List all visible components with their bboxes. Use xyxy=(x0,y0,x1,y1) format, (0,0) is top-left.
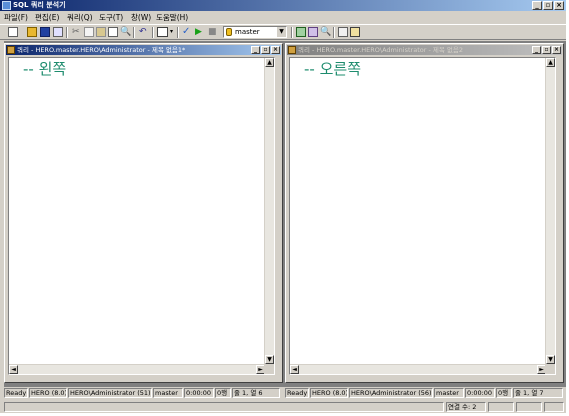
status-pane xyxy=(488,402,514,412)
stop-icon[interactable]: ■ xyxy=(208,27,218,37)
cut-icon[interactable]: ✂ xyxy=(72,27,82,37)
save-icon[interactable] xyxy=(40,27,50,37)
status-pane xyxy=(516,402,542,412)
menu-bar: 파일(F) 편집(E) 쿼리(Q) 도구(T) 창(W) 도움말(H) xyxy=(0,11,566,24)
app-title-bar[interactable]: SQL 쿼리 분석기 _ ▫ × xyxy=(0,0,566,11)
status-elapsed-time: 0:00:00 xyxy=(465,388,495,398)
query-analyzer-window: SQL 쿼리 분석기 _ ▫ × 파일(F) 편집(E) 쿼리(Q) 도구(T)… xyxy=(0,0,566,413)
query-text[interactable]: -- 왼쪽 xyxy=(23,60,66,78)
new-query-icon[interactable] xyxy=(8,27,18,37)
scroll-down-icon[interactable]: ▼ xyxy=(265,355,274,364)
status-elapsed-time: 0:00:00 xyxy=(184,388,214,398)
menu-help[interactable]: 도움말(H) xyxy=(156,12,188,23)
status-ready: Ready xyxy=(4,388,28,398)
toolbar-separator xyxy=(133,27,135,38)
close-button[interactable]: × xyxy=(552,46,561,54)
toolbar-separator xyxy=(177,27,179,38)
close-button[interactable]: × xyxy=(554,1,564,10)
mdi-client-area: 쿼리 - HERO.master.HERO\Administrator - 제목… xyxy=(4,41,566,387)
status-cursor-position: 줄 1, 열 7 xyxy=(513,388,563,398)
database-select[interactable]: master ▼ xyxy=(223,26,287,38)
scroll-left-icon[interactable]: ◄ xyxy=(290,365,299,374)
status-server: HERO (8.0) xyxy=(29,388,67,398)
status-message xyxy=(4,402,444,412)
query-window-left-title: 쿼리 - HERO.master.HERO\Administrator - 제목… xyxy=(17,46,186,54)
menu-tools[interactable]: 도구(T) xyxy=(99,12,123,23)
horizontal-scrollbar[interactable]: ◄ ► xyxy=(9,364,265,374)
minimize-button[interactable]: _ xyxy=(532,1,542,10)
horizontal-scrollbar[interactable]: ◄ ► xyxy=(290,364,546,374)
object-search-icon[interactable] xyxy=(308,27,318,37)
query-window-right-title-bar[interactable]: 쿼리 - HERO.master.HERO\Administrator - 제목… xyxy=(287,45,562,55)
paste-icon[interactable] xyxy=(96,27,106,37)
main-toolbar: ✂ 🔍 ↶ ▾ ✓ ▶ ■ master ▼ 🔍 xyxy=(0,24,566,40)
scroll-up-icon[interactable]: ▲ xyxy=(546,58,555,67)
query-window-icon xyxy=(7,46,15,54)
app-title: SQL 쿼리 분석기 xyxy=(13,1,66,9)
execute-icon[interactable]: ▶ xyxy=(195,27,205,37)
scroll-up-icon[interactable]: ▲ xyxy=(265,58,274,67)
status-ready: Ready xyxy=(285,388,309,398)
menu-file[interactable]: 파일(F) xyxy=(4,12,28,23)
query-window-left[interactable]: 쿼리 - HERO.master.HERO\Administrator - 제목… xyxy=(4,43,283,383)
maximize-button[interactable]: ▫ xyxy=(261,46,270,54)
status-user: HERO\Administrator (51) xyxy=(68,388,152,398)
status-pane xyxy=(544,402,564,412)
app-status-bar: 연결 수: 2 xyxy=(0,400,566,413)
parse-icon[interactable]: ✓ xyxy=(182,27,192,37)
clear-icon[interactable] xyxy=(108,27,118,37)
open-icon[interactable] xyxy=(27,27,37,37)
copy-icon[interactable] xyxy=(84,27,94,37)
app-icon xyxy=(2,1,11,10)
editor-gutter xyxy=(9,58,19,364)
toolbar-separator xyxy=(333,27,335,38)
toolbar-separator xyxy=(291,27,293,38)
insert-template-icon[interactable] xyxy=(53,27,63,37)
status-user: HERO\Administrator (56) xyxy=(349,388,433,398)
query-editor-left[interactable]: -- 왼쪽 ▲ ▼ ◄ ► xyxy=(8,57,275,375)
scrollbar-corner xyxy=(545,364,555,374)
vertical-scrollbar[interactable]: ▲ ▼ xyxy=(264,58,274,364)
database-select-value: master xyxy=(235,28,260,36)
status-database: master xyxy=(153,388,183,398)
database-icon xyxy=(226,28,232,36)
maximize-button[interactable]: ▫ xyxy=(542,46,551,54)
results-pane-icon[interactable] xyxy=(350,27,360,37)
chevron-down-icon[interactable]: ▼ xyxy=(276,27,286,37)
status-row-count: 0행 xyxy=(215,388,231,398)
status-cursor-position: 줄 1, 열 6 xyxy=(232,388,280,398)
query-text[interactable]: -- 오른쪽 xyxy=(304,60,361,78)
status-row-count: 0행 xyxy=(496,388,512,398)
minimize-button[interactable]: _ xyxy=(251,46,260,54)
show-plan-icon[interactable]: 🔍 xyxy=(320,27,331,37)
menu-query[interactable]: 쿼리(Q) xyxy=(67,12,93,23)
query-editor-right[interactable]: -- 오른쪽 ▲ ▼ ◄ ► xyxy=(289,57,556,375)
editor-gutter xyxy=(290,58,300,364)
undo-icon[interactable]: ↶ xyxy=(139,27,149,37)
close-button[interactable]: × xyxy=(271,46,280,54)
results-mode-icon[interactable] xyxy=(157,27,168,37)
toolbar-separator xyxy=(66,27,68,38)
menu-edit[interactable]: 편집(E) xyxy=(35,12,59,23)
query-window-right[interactable]: 쿼리 - HERO.master.HERO\Administrator - 제목… xyxy=(285,43,564,383)
toolbar-separator xyxy=(152,27,154,38)
minimize-button[interactable]: _ xyxy=(532,46,541,54)
query-window-left-status xyxy=(5,376,284,384)
query-window-right-title: 쿼리 - HERO.master.HERO\Administrator - 제목… xyxy=(298,46,463,54)
scroll-left-icon[interactable]: ◄ xyxy=(9,365,18,374)
menu-window[interactable]: 창(W) xyxy=(131,12,151,23)
scroll-down-icon[interactable]: ▼ xyxy=(546,355,555,364)
query-window-icon xyxy=(288,46,296,54)
query-status-bar: Ready HERO (8.0) HERO\Administrator (51)… xyxy=(0,387,566,399)
restore-button[interactable]: ▫ xyxy=(543,1,553,10)
object-browser-icon[interactable] xyxy=(296,27,306,37)
status-server: HERO (8.0) xyxy=(310,388,348,398)
properties-icon[interactable] xyxy=(338,27,348,37)
query-window-left-title-bar[interactable]: 쿼리 - HERO.master.HERO\Administrator - 제목… xyxy=(6,45,281,55)
find-icon[interactable]: 🔍 xyxy=(120,27,131,37)
vertical-scrollbar[interactable]: ▲ ▼ xyxy=(545,58,555,364)
status-database: master xyxy=(434,388,464,398)
status-connections: 연결 수: 2 xyxy=(446,402,486,412)
scrollbar-corner xyxy=(264,364,274,374)
